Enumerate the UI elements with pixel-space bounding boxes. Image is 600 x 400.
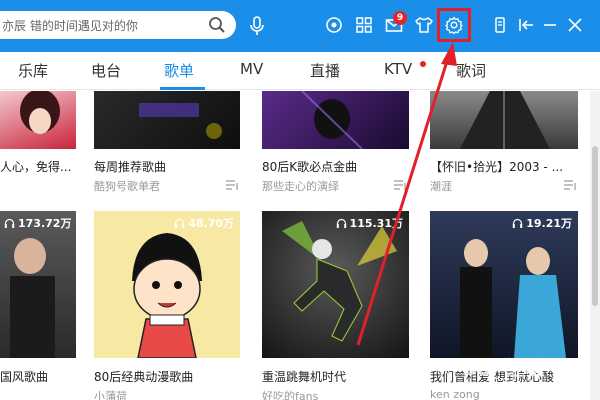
watermark: Bai 经验	[462, 356, 545, 380]
playlist-author[interactable]: ken zong	[430, 388, 550, 400]
playlist-title[interactable]: 国风歌曲	[0, 368, 80, 385]
playlist-author[interactable]: 小蒲荷	[94, 388, 214, 400]
skin-shirt-icon[interactable]	[414, 15, 434, 35]
playlist-title[interactable]: 【怀旧•拾光】2003 - ...	[430, 158, 580, 175]
play-count: 48.70万	[170, 215, 238, 233]
playlist-title[interactable]: 80后K歌必点金曲	[262, 158, 409, 175]
tab-ktv[interactable]: KTV	[384, 60, 412, 78]
add-to-list-icon[interactable]	[564, 179, 578, 191]
active-tab-indicator	[160, 87, 205, 90]
search-box[interactable]: 亦辰 错的时间遇见对的你	[0, 11, 236, 39]
tab-library[interactable]: 乐库	[18, 60, 48, 81]
tab-mv[interactable]: MV	[240, 60, 263, 78]
settings-highlight-box	[437, 8, 471, 42]
headphones-icon	[513, 218, 523, 228]
playlist-cover[interactable]	[0, 91, 76, 149]
playlist-title[interactable]: 重温跳舞机时代	[262, 368, 409, 385]
tab-live[interactable]: 直播	[310, 60, 340, 81]
add-to-list-icon[interactable]	[394, 179, 408, 191]
close-icon[interactable]	[565, 15, 585, 35]
tab-radio[interactable]: 电台	[91, 60, 121, 81]
headphones-icon	[336, 218, 346, 228]
collapse-icon[interactable]	[516, 15, 536, 35]
playlist-cover[interactable]: 19.21万	[430, 211, 578, 358]
scrollbar-track[interactable]	[590, 91, 600, 400]
playlist-author[interactable]: 酷狗号歌单君	[94, 178, 214, 194]
tab-lyrics[interactable]: 歌词	[456, 60, 486, 81]
scrollbar-thumb[interactable]	[592, 146, 598, 306]
top-bar: 亦辰 错的时间遇见对的你 9	[0, 0, 600, 52]
apps-grid-icon[interactable]	[354, 15, 374, 35]
playlist-author[interactable]: 那些走心的演绎	[262, 178, 382, 194]
ktv-new-dot	[420, 61, 426, 67]
playlist-author[interactable]: 潮涯	[430, 178, 550, 194]
playlist-title[interactable]: 人心，免得...	[0, 158, 80, 175]
playlist-title[interactable]: 每周推荐歌曲	[94, 158, 240, 175]
headphones-icon	[175, 218, 185, 228]
add-to-list-icon[interactable]	[226, 179, 240, 191]
playlist-cover[interactable]: 48.70万	[94, 211, 240, 358]
mini-player-icon[interactable]	[490, 15, 510, 35]
search-icon[interactable]	[208, 16, 226, 34]
playlist-cover[interactable]: 115.31万	[262, 211, 409, 358]
playlist-cover[interactable]	[262, 91, 409, 149]
playlist-title[interactable]: 80后经典动漫歌曲	[94, 368, 240, 385]
record-icon[interactable]	[324, 15, 344, 35]
microphone-icon[interactable]	[248, 15, 266, 37]
play-count: 115.31万	[332, 215, 407, 233]
playlist-cover[interactable]: 173.72万	[0, 211, 76, 358]
play-count: 173.72万	[0, 215, 75, 233]
minimize-icon[interactable]	[540, 15, 560, 35]
headphones-icon	[4, 218, 15, 228]
mail-badge: 9	[393, 11, 407, 25]
playlist-cover[interactable]	[430, 91, 578, 149]
playlist-author[interactable]: 好吃的fans	[262, 388, 382, 400]
search-input[interactable]: 亦辰 错的时间遇见对的你	[2, 17, 138, 34]
tab-playlists[interactable]: 歌单	[164, 60, 194, 81]
play-count: 19.21万	[508, 215, 576, 233]
category-tabs: 乐库 电台 歌单 MV 直播 KTV 歌词	[0, 52, 600, 90]
playlist-cover[interactable]	[94, 91, 240, 149]
